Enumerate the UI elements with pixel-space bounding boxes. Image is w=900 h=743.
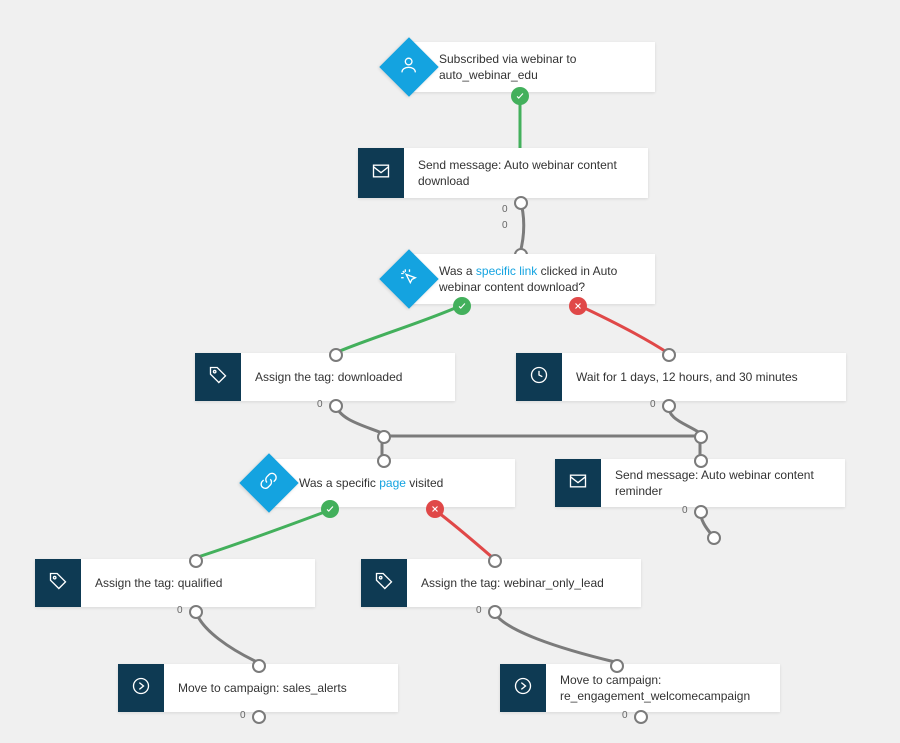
delay-label: 0	[502, 204, 508, 215]
node-condition-link-click[interactable]: Was a specific link clicked in Auto webi…	[405, 254, 655, 304]
workflow-canvas[interactable]: Subscribed via webinar to auto_webinar_e…	[0, 0, 900, 743]
connector-port[interactable]	[514, 196, 528, 210]
connector-port[interactable]	[189, 554, 203, 568]
node-condition-page-visited[interactable]: Was a specific page visited	[265, 459, 515, 507]
delay-label: 0	[502, 220, 508, 231]
node-send-message-1[interactable]: Send message: Auto webinar content downl…	[358, 148, 648, 198]
node-wait[interactable]: Wait for 1 days, 12 hours, and 30 minute…	[516, 353, 846, 401]
connector-port[interactable]	[377, 430, 391, 444]
connector-port[interactable]	[252, 659, 266, 673]
delay-label: 0	[317, 399, 323, 410]
tag-icon	[374, 571, 394, 596]
connector-port[interactable]	[377, 454, 391, 468]
connector-port[interactable]	[634, 710, 648, 724]
node-text: Send message: Auto webinar content remin…	[601, 459, 845, 507]
node-assign-tag-downloaded[interactable]: Assign the tag: downloaded	[195, 353, 455, 401]
yes-badge	[321, 500, 339, 518]
node-text: Subscribed via webinar to auto_webinar_e…	[425, 42, 655, 92]
connector-port[interactable]	[252, 710, 266, 724]
no-badge	[426, 500, 444, 518]
arrow-circle-icon	[513, 676, 533, 701]
link-chain-icon	[259, 471, 279, 496]
connector-port[interactable]	[329, 399, 343, 413]
connector-port[interactable]	[329, 348, 343, 362]
connector-port[interactable]	[662, 399, 676, 413]
node-text: Wait for 1 days, 12 hours, and 30 minute…	[562, 353, 846, 401]
connector-port[interactable]	[694, 454, 708, 468]
tag-icon	[208, 365, 228, 390]
mail-icon	[568, 471, 588, 496]
connector-port[interactable]	[488, 554, 502, 568]
node-text: Move to campaign: sales_alerts	[164, 664, 398, 712]
connector-port[interactable]	[662, 348, 676, 362]
page-link[interactable]: page	[379, 476, 406, 490]
delay-label: 0	[650, 399, 656, 410]
node-assign-tag-qualified[interactable]: Assign the tag: qualified	[35, 559, 315, 607]
connector-port[interactable]	[694, 505, 708, 519]
node-text: Assign the tag: webinar_only_lead	[407, 559, 641, 607]
node-start-trigger[interactable]: Subscribed via webinar to auto_webinar_e…	[405, 42, 655, 92]
node-text: Assign the tag: downloaded	[241, 353, 455, 401]
node-text: Move to campaign: re_engagement_welcomec…	[546, 664, 780, 712]
delay-label: 0	[240, 710, 246, 721]
arrow-circle-icon	[131, 676, 151, 701]
connector-port[interactable]	[488, 605, 502, 619]
person-icon	[399, 55, 419, 80]
node-text: Send message: Auto webinar content downl…	[404, 148, 648, 198]
delay-label: 0	[177, 605, 183, 616]
connector-port[interactable]	[707, 531, 721, 545]
no-badge	[569, 297, 587, 315]
delay-label: 0	[622, 710, 628, 721]
connector-port[interactable]	[189, 605, 203, 619]
tag-icon	[48, 571, 68, 596]
node-assign-tag-webinar-only[interactable]: Assign the tag: webinar_only_lead	[361, 559, 641, 607]
connector-port[interactable]	[610, 659, 624, 673]
connector-port[interactable]	[694, 430, 708, 444]
mail-icon	[371, 161, 391, 186]
clock-icon	[529, 365, 549, 390]
yes-badge	[511, 87, 529, 105]
delay-label: 0	[682, 505, 688, 516]
cursor-click-icon	[399, 267, 419, 292]
node-text: Was a specific page visited	[285, 459, 515, 507]
node-move-campaign-reengagement[interactable]: Move to campaign: re_engagement_welcomec…	[500, 664, 780, 712]
delay-label: 0	[476, 605, 482, 616]
specific-link[interactable]: specific link	[476, 264, 537, 278]
yes-badge	[453, 297, 471, 315]
